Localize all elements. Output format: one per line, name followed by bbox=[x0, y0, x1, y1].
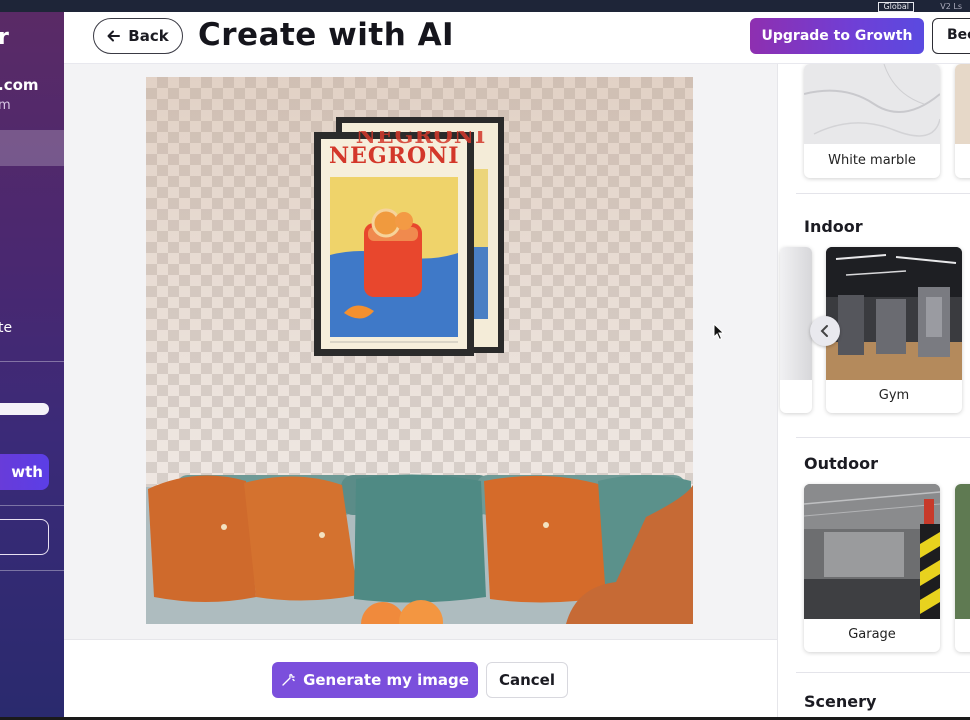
sidebar-divider bbox=[0, 505, 64, 506]
sidebar-item-label[interactable]: te bbox=[0, 320, 12, 336]
section-divider bbox=[796, 193, 970, 194]
sidebar-secondary-button[interactable] bbox=[0, 519, 49, 555]
partial-thumbnail bbox=[955, 64, 970, 144]
sidebar-account-email: .com bbox=[0, 76, 39, 94]
back-button-label: Back bbox=[128, 27, 169, 45]
scene-card-partial[interactable] bbox=[955, 64, 970, 178]
generate-image-button[interactable]: Generate my image bbox=[272, 662, 478, 698]
page-title: Create with AI bbox=[198, 17, 455, 53]
scene-card-gym[interactable]: Gym bbox=[826, 247, 962, 413]
editor-area: NEGRONI NEGRONI Generate my image Cancel bbox=[64, 64, 777, 718]
image-canvas[interactable]: NEGRONI NEGRONI bbox=[146, 77, 693, 624]
mouse-pointer-icon bbox=[713, 323, 725, 341]
upgrade-button[interactable]: Upgrade to Growth bbox=[750, 18, 924, 54]
scene-card-garage[interactable]: Garage bbox=[804, 484, 940, 652]
usage-progress-bar bbox=[0, 403, 49, 415]
section-title-scenery: Scenery bbox=[804, 692, 877, 711]
gym-thumbnail bbox=[826, 247, 962, 380]
page-header: Back Create with AI Upgrade to Growth Be… bbox=[64, 12, 970, 64]
sidebar-divider bbox=[0, 361, 64, 362]
section-title-indoor: Indoor bbox=[804, 217, 863, 236]
system-top-bar: Global V2 Ls bbox=[0, 0, 970, 12]
sidebar-divider bbox=[0, 570, 64, 571]
magic-wand-icon bbox=[282, 673, 295, 686]
partial-thumbnail bbox=[955, 484, 970, 619]
scene-card-label: White marble bbox=[828, 153, 916, 168]
section-title-outdoor: Outdoor bbox=[804, 454, 878, 473]
scene-card-partial[interactable] bbox=[780, 247, 812, 413]
scene-card-label: Garage bbox=[848, 627, 896, 642]
action-bar: Generate my image Cancel bbox=[64, 639, 777, 718]
partial-thumbnail bbox=[780, 247, 812, 380]
scene-card-white-marble[interactable]: White marble bbox=[804, 64, 940, 178]
scene-card-partial[interactable] bbox=[955, 484, 970, 652]
sidebar: r .com m te wth bbox=[0, 12, 64, 718]
chevron-left-icon bbox=[820, 325, 828, 337]
sidebar-account-sub: m bbox=[0, 98, 11, 113]
sidebar-item-active[interactable] bbox=[0, 130, 64, 166]
carousel-prev-button[interactable] bbox=[810, 316, 840, 346]
sidebar-logo: r bbox=[0, 25, 9, 50]
section-divider bbox=[796, 672, 970, 673]
header-extra-button[interactable]: Bee bbox=[932, 18, 970, 54]
white-marble-thumbnail bbox=[804, 64, 940, 144]
cancel-button[interactable]: Cancel bbox=[486, 662, 568, 698]
scene-card-label: Gym bbox=[878, 388, 910, 403]
back-button[interactable]: Back bbox=[93, 18, 183, 54]
top-bar-tag-secondary: V2 Ls bbox=[940, 2, 962, 11]
arrow-left-icon bbox=[107, 30, 121, 42]
scene-picker-panel: White marble Indoor Gym Outdoor Garage S… bbox=[777, 64, 970, 718]
top-bar-tag: Global bbox=[878, 2, 914, 12]
garage-thumbnail bbox=[804, 484, 940, 619]
section-divider bbox=[796, 437, 970, 438]
generate-image-label: Generate my image bbox=[303, 671, 469, 689]
sidebar-upgrade-button[interactable]: wth bbox=[0, 454, 49, 490]
